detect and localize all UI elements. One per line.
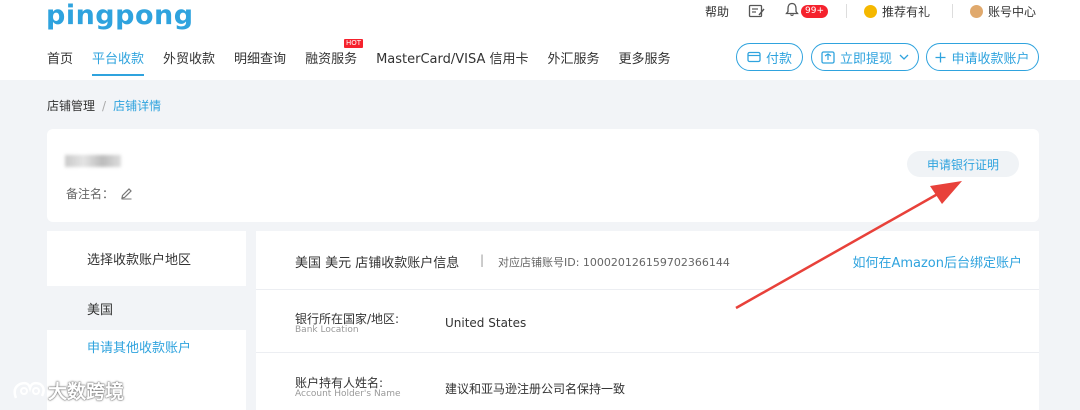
watermark-text: 大数跨境 xyxy=(48,381,125,403)
watermark-logo-icon xyxy=(13,381,45,398)
annotation-arrow xyxy=(735,181,962,310)
watermark: 大数跨境 xyxy=(10,377,124,404)
